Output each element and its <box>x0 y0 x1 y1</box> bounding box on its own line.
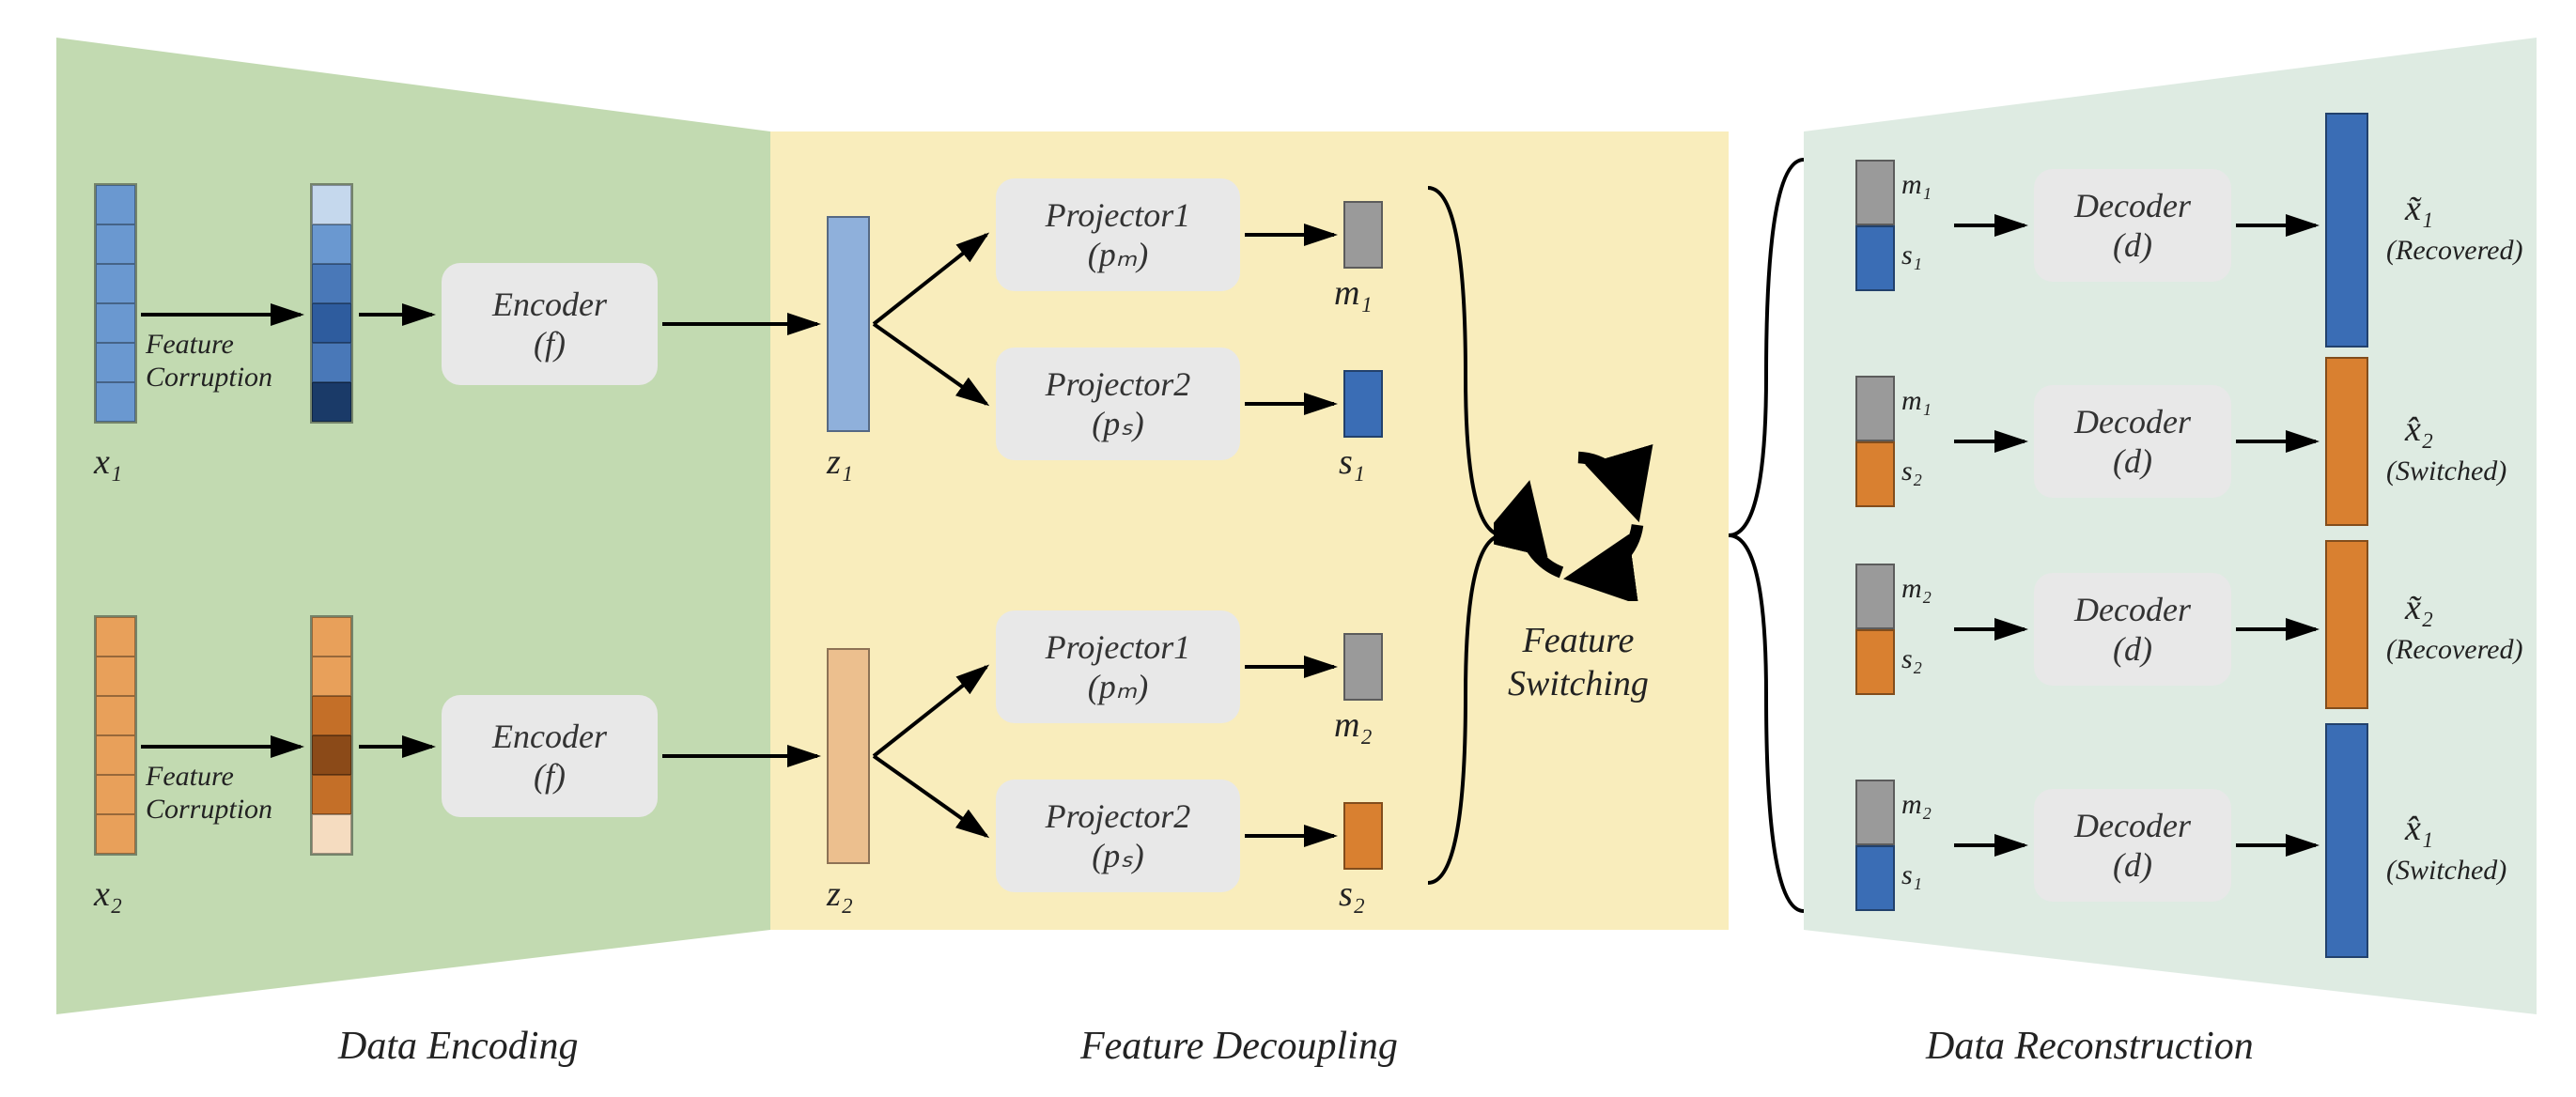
decoder-title-3: Decoder <box>2074 590 2191 629</box>
projector2-title: Projector2 <box>1046 364 1191 404</box>
stage-label-decoupling: Feature Decoupling <box>1080 1024 1398 1069</box>
s1-r4: s₁ <box>1901 859 1922 891</box>
corrupted-x1-vector <box>310 183 353 424</box>
encoder-title: Encoder <box>492 285 607 324</box>
x1-hat-label: x̂₁ <box>2405 808 2433 849</box>
projector1-box-2: Projector1 (pₘ) <box>996 610 1240 723</box>
encoder-box-1: Encoder (f) <box>442 263 658 385</box>
z1-vector <box>827 216 870 432</box>
m2-r4: m₂ <box>1901 789 1932 821</box>
x2-hat-label: x̂₂ <box>2405 409 2433 450</box>
out-x1-hat <box>2325 723 2368 958</box>
m2-vec <box>1343 633 1383 701</box>
projector1-sub: (pₘ) <box>1088 235 1148 274</box>
decoder-title-1: Decoder <box>2074 186 2191 225</box>
m2-label: m₂ <box>1334 704 1373 746</box>
projector1-title-2: Projector1 <box>1046 627 1191 667</box>
stage-label-reconstruction: Data Reconstruction <box>1926 1024 2254 1069</box>
decoder-box-3: Decoder (d) <box>2034 573 2231 686</box>
x1-tilde-label: x̃₁ <box>2405 188 2433 229</box>
decoder-title-4: Decoder <box>2074 806 2191 845</box>
projector2-box-2: Projector2 (pₛ) <box>996 780 1240 892</box>
concat-m1-s2 <box>1855 376 1895 507</box>
decoder-sub-2: (d) <box>2113 441 2152 481</box>
recovered-1: (Recovered) <box>2386 235 2522 267</box>
x1-label: x₁ <box>94 441 122 483</box>
feature-switching-icon <box>1494 432 1663 601</box>
s2-label: s₂ <box>1339 873 1365 915</box>
s1-label: s₁ <box>1339 441 1365 483</box>
input-x1-vector <box>94 183 137 424</box>
projector2-sub: (pₛ) <box>1092 404 1143 443</box>
switched-2: (Switched) <box>2386 855 2506 887</box>
projector1-title: Projector1 <box>1046 195 1191 235</box>
encoder-sub: (f) <box>534 324 566 363</box>
projector1-sub-2: (pₘ) <box>1088 667 1148 706</box>
decoder-sub-4: (d) <box>2113 845 2152 885</box>
concat-m1-s1 <box>1855 160 1895 291</box>
decoder-title-2: Decoder <box>2074 402 2191 441</box>
encoder-title-2: Encoder <box>492 717 607 756</box>
z2-label: z₂ <box>827 873 853 915</box>
decoder-box-4: Decoder (d) <box>2034 789 2231 902</box>
encoder-box-2: Encoder (f) <box>442 695 658 817</box>
decoder-sub-1: (d) <box>2113 225 2152 265</box>
projector1-box-1: Projector1 (pₘ) <box>996 178 1240 291</box>
feature-corruption-label-2: Feature Corruption <box>146 761 272 826</box>
decoder-box-1: Decoder (d) <box>2034 169 2231 282</box>
m1-r1: m₁ <box>1901 169 1932 201</box>
s2-r3: s₂ <box>1901 643 1922 675</box>
background-panels <box>0 0 2576 1097</box>
feature-corruption-label-1: Feature Corruption <box>146 329 272 394</box>
recovered-2: (Recovered) <box>2386 634 2522 666</box>
input-x2-vector <box>94 615 137 856</box>
z2-vector <box>827 648 870 864</box>
z1-label: z₁ <box>827 441 853 483</box>
decoder-box-2: Decoder (d) <box>2034 385 2231 498</box>
decoder-sub-3: (d) <box>2113 629 2152 669</box>
s1-vec <box>1343 370 1383 438</box>
switched-1: (Switched) <box>2386 456 2506 487</box>
projector2-box-1: Projector2 (pₛ) <box>996 348 1240 460</box>
projector2-title-2: Projector2 <box>1046 796 1191 836</box>
m1-label: m₁ <box>1334 272 1373 314</box>
corrupted-x2-vector <box>310 615 353 856</box>
concat-m2-s1 <box>1855 780 1895 911</box>
concat-m2-s2 <box>1855 564 1895 695</box>
x2-tilde-label: x̃₂ <box>2405 587 2433 628</box>
projector2-sub-2: (pₛ) <box>1092 836 1143 875</box>
out-x2-hat <box>2325 357 2368 526</box>
s2-vec <box>1343 802 1383 870</box>
s2-r2: s₂ <box>1901 456 1922 487</box>
encoder-sub-2: (f) <box>534 756 566 796</box>
feature-switching-label: Feature Switching <box>1508 620 1649 705</box>
m2-r3: m₂ <box>1901 573 1932 605</box>
m1-r2: m₁ <box>1901 385 1932 417</box>
s1-r1: s₁ <box>1901 239 1922 271</box>
stage-label-encoding: Data Encoding <box>338 1024 578 1069</box>
out-x1-tilde <box>2325 113 2368 348</box>
m1-vec <box>1343 201 1383 269</box>
x2-label: x₂ <box>94 873 122 915</box>
out-x2-tilde <box>2325 540 2368 709</box>
